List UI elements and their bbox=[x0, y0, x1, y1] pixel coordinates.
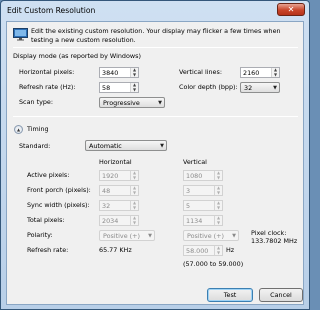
divider bbox=[13, 116, 298, 117]
color-depth-select[interactable]: 32 ▼ bbox=[240, 82, 280, 93]
timing-heading: Timing bbox=[27, 125, 49, 133]
vertical-column-header: Vertical bbox=[183, 158, 207, 166]
spin-arrows[interactable]: ▲ ▼ bbox=[214, 170, 222, 180]
chevron-down-icon: ▼ bbox=[160, 143, 164, 149]
polarity-label: Polarity: bbox=[27, 231, 53, 239]
vertical-lines-label: Vertical lines: bbox=[179, 68, 222, 76]
polarity-v-value: Positive (+) bbox=[187, 232, 225, 240]
front-porch-v-value: 3 bbox=[186, 187, 191, 195]
front-porch-label: Front porch (pixels): bbox=[27, 186, 91, 194]
timing-refresh-rate-label: Refresh rate: bbox=[27, 246, 69, 254]
total-pixels-v-value: 1134 bbox=[186, 217, 203, 225]
color-depth-value: 32 bbox=[244, 84, 253, 92]
collapse-icon[interactable]: ▲ bbox=[14, 125, 23, 134]
spin-arrows[interactable]: ▲ ▼ bbox=[214, 200, 222, 210]
test-button[interactable]: Test bbox=[207, 288, 253, 302]
scan-type-select[interactable]: Progressive ▼ bbox=[99, 97, 165, 108]
spin-arrows[interactable]: ▲ ▼ bbox=[130, 215, 138, 225]
polarity-v-select[interactable]: Positive (+) ▼ bbox=[183, 230, 239, 241]
color-depth-label: Color depth (bpp): bbox=[179, 83, 238, 91]
standard-select[interactable]: Automatic ▼ bbox=[85, 140, 167, 151]
sync-width-h-stepper[interactable]: 32 ▲ ▼ bbox=[99, 200, 139, 211]
active-pixels-label: Active pixels: bbox=[27, 171, 70, 179]
chevron-down-icon: ▼ bbox=[158, 100, 162, 106]
total-pixels-h-stepper[interactable]: 2034 ▲ ▼ bbox=[99, 215, 139, 226]
refresh-rate-value: 58 bbox=[102, 84, 111, 92]
pixel-clock-value: 133.7802 MHz bbox=[251, 237, 298, 245]
chevron-down-icon: ▼ bbox=[273, 85, 277, 91]
active-pixels-h-value: 1920 bbox=[102, 172, 119, 180]
horizontal-refresh-value: 65.77 KHz bbox=[99, 246, 132, 254]
spin-arrows[interactable]: ▲ ▼ bbox=[130, 170, 138, 180]
vertical-refresh-value: 58.000 bbox=[186, 247, 209, 255]
scan-type-label: Scan type: bbox=[19, 98, 53, 106]
chevron-down-icon: ▼ bbox=[232, 233, 236, 239]
spin-arrows[interactable]: ▲ ▼ bbox=[214, 245, 222, 255]
active-pixels-v-value: 1080 bbox=[186, 172, 203, 180]
dialog-content: Edit the existing custom resolution. You… bbox=[6, 21, 304, 305]
intro-text: Edit the existing custom resolution. You… bbox=[31, 27, 281, 44]
horizontal-pixels-label: Horizontal pixels: bbox=[19, 68, 75, 76]
vertical-refresh-stepper[interactable]: 58.000 ▲ ▼ bbox=[183, 245, 223, 256]
standard-label: Standard: bbox=[19, 142, 51, 150]
spin-arrows[interactable]: ▲ ▼ bbox=[130, 200, 138, 210]
sync-width-h-value: 32 bbox=[102, 202, 111, 210]
horizontal-pixels-value: 3840 bbox=[102, 69, 119, 77]
vertical-lines-stepper[interactable]: 2160 ▲ ▼ bbox=[240, 67, 280, 78]
monitor-icon bbox=[13, 28, 28, 41]
horizontal-pixels-stepper[interactable]: 3840 ▲ ▼ bbox=[99, 67, 139, 78]
horizontal-pixels-spin-arrows[interactable]: ▲ ▼ bbox=[130, 67, 138, 77]
sync-width-label: Sync width (pixels): bbox=[27, 201, 90, 209]
standard-value: Automatic bbox=[89, 142, 122, 150]
cancel-button[interactable]: Cancel bbox=[259, 288, 303, 302]
spin-arrows[interactable]: ▲ ▼ bbox=[130, 185, 138, 195]
sync-width-v-value: 5 bbox=[186, 202, 191, 210]
dialog-window: Edit Custom Resolution ✕ Edit the existi… bbox=[0, 0, 310, 310]
spin-arrows[interactable]: ▲ ▼ bbox=[214, 215, 222, 225]
divider bbox=[13, 47, 298, 48]
front-porch-h-value: 48 bbox=[102, 187, 111, 195]
refresh-rate-range: (57.000 to 59.000) bbox=[183, 260, 244, 268]
front-porch-h-stepper[interactable]: 48 ▲ ▼ bbox=[99, 185, 139, 196]
total-pixels-v-stepper[interactable]: 1134 ▲ ▼ bbox=[183, 215, 223, 226]
refresh-rate-label: Refresh rate (Hz): bbox=[19, 83, 76, 91]
total-pixels-h-value: 2034 bbox=[102, 217, 119, 225]
window-title: Edit Custom Resolution bbox=[7, 6, 96, 15]
polarity-h-select[interactable]: Positive (+) ▼ bbox=[99, 230, 155, 241]
front-porch-v-stepper[interactable]: 3 ▲ ▼ bbox=[183, 185, 223, 196]
refresh-rate-spin-arrows[interactable]: ▲ ▼ bbox=[130, 82, 138, 92]
vertical-lines-spin-arrows[interactable]: ▲ ▼ bbox=[271, 67, 279, 77]
chevron-down-icon: ▼ bbox=[148, 233, 152, 239]
total-pixels-label: Total pixels: bbox=[27, 216, 65, 224]
polarity-h-value: Positive (+) bbox=[103, 232, 141, 240]
horizontal-column-header: Horizontal bbox=[99, 158, 132, 166]
spin-arrows[interactable]: ▲ ▼ bbox=[214, 185, 222, 195]
close-button[interactable]: ✕ bbox=[277, 3, 305, 16]
refresh-rate-stepper[interactable]: 58 ▲ ▼ bbox=[99, 82, 139, 93]
scan-type-value: Progressive bbox=[103, 99, 140, 107]
title-bar[interactable]: Edit Custom Resolution ✕ bbox=[1, 1, 309, 21]
vertical-refresh-unit: Hz bbox=[226, 246, 235, 254]
active-pixels-h-stepper[interactable]: 1920 ▲ ▼ bbox=[99, 170, 139, 181]
sync-width-v-stepper[interactable]: 5 ▲ ▼ bbox=[183, 200, 223, 211]
display-mode-heading: Display mode (as reported by Windows) bbox=[13, 52, 141, 60]
active-pixels-v-stepper[interactable]: 1080 ▲ ▼ bbox=[183, 170, 223, 181]
vertical-lines-value: 2160 bbox=[243, 69, 260, 77]
